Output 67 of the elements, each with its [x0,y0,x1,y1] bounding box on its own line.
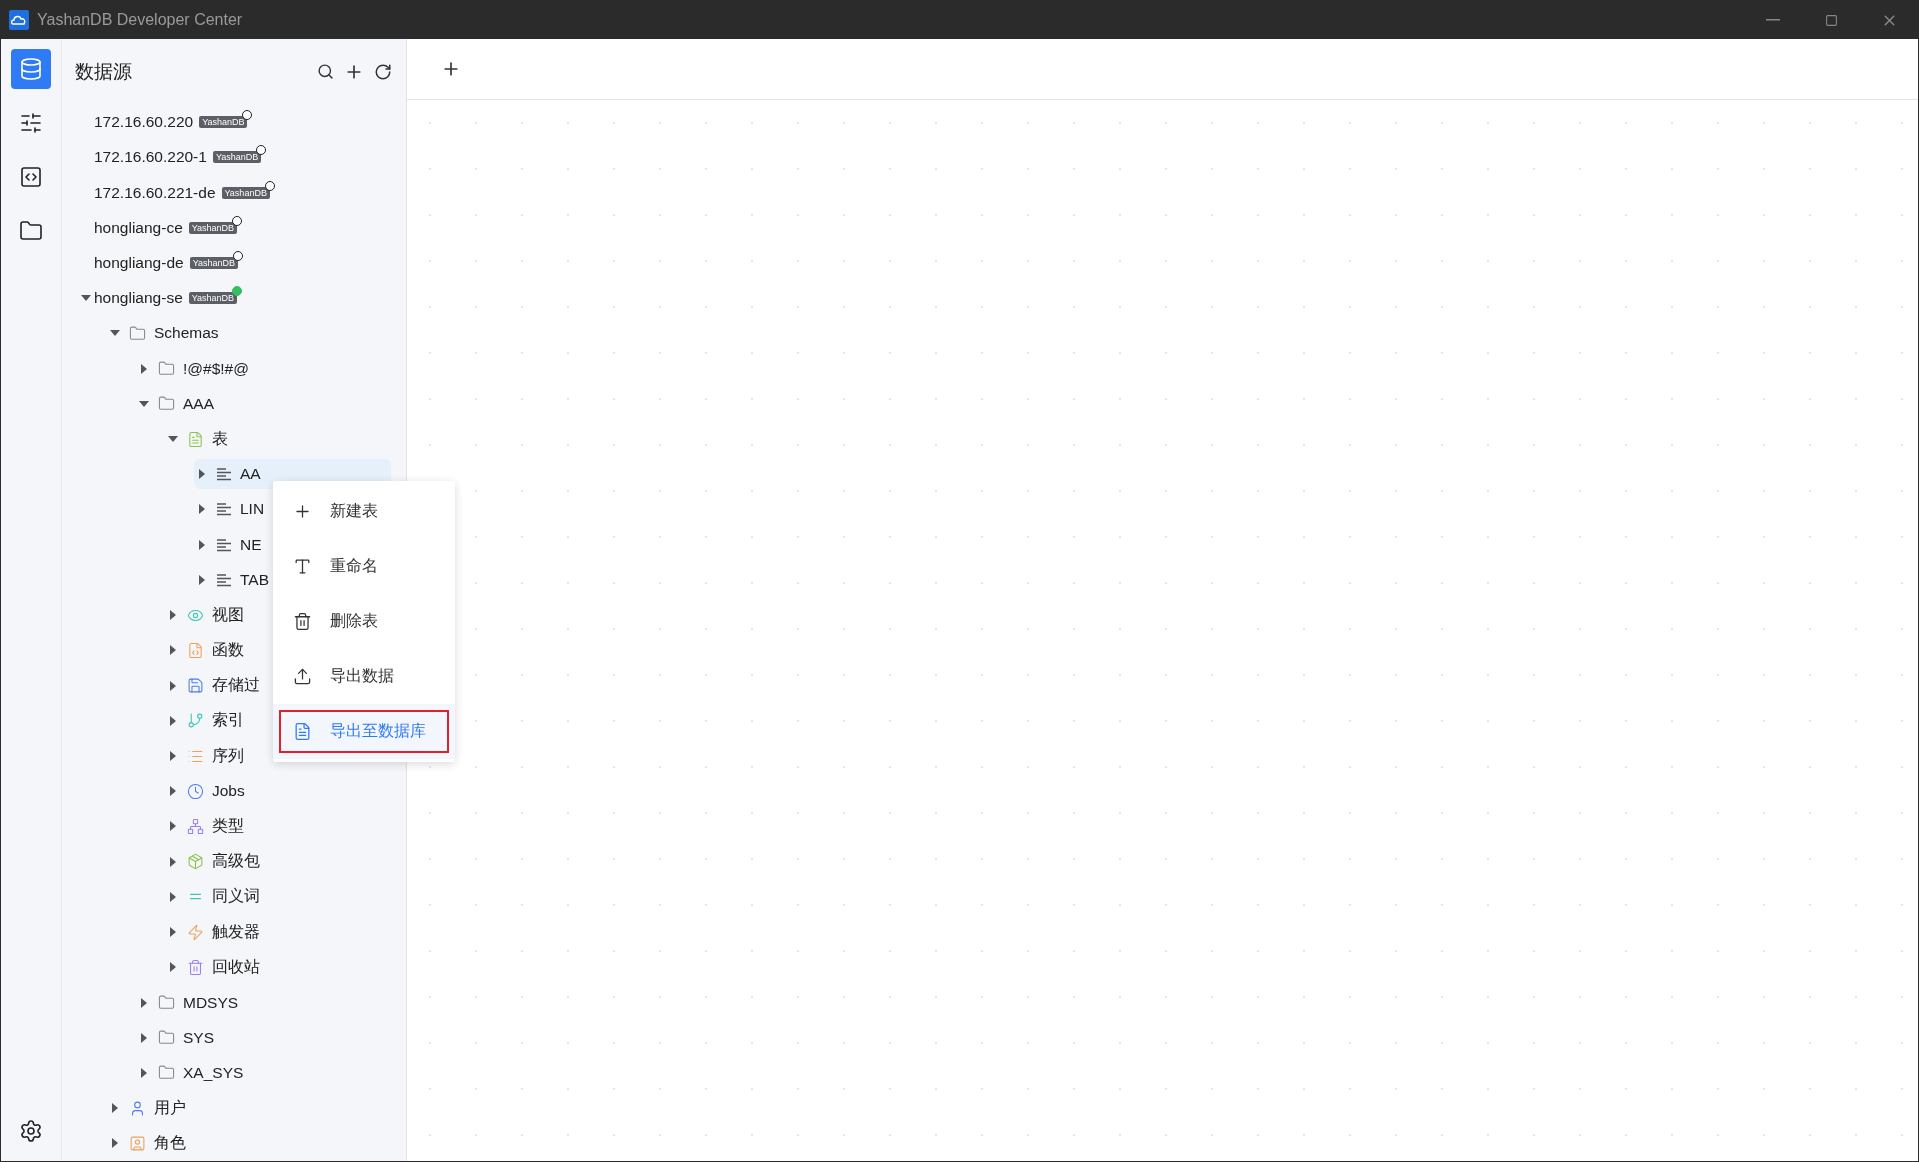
tree-item[interactable]: AA [240,465,261,484]
folder-icon [158,1029,175,1047]
menu-item[interactable]: 删除表 [273,594,455,649]
plus-icon [293,502,312,521]
tree-item[interactable]: 存储过 [212,675,260,697]
search-button[interactable] [317,63,334,81]
text-icon [293,557,312,576]
tree-item[interactable]: hongliang-ce [94,218,183,237]
menu-item[interactable]: 重命名 [273,539,455,594]
folder-icon [158,994,175,1012]
document-icon [293,722,312,741]
folder-icon [158,395,175,413]
trash-icon [293,612,312,631]
database-icon [19,57,43,81]
user-icon [129,1099,146,1117]
tree-item[interactable]: hongliang-de [94,253,184,272]
tree-item[interactable]: 172.16.60.220-1 [94,148,207,167]
refresh-icon [374,62,392,81]
table-icon [216,467,232,482]
tree-item[interactable]: 用户 [154,1097,186,1119]
tree-item[interactable]: 同义词 [212,886,260,908]
refresh-button[interactable] [374,62,392,81]
tree-item[interactable]: 角色 [154,1132,186,1154]
database-nav-button[interactable] [11,49,51,89]
tree-item[interactable]: !@#$!#@ [183,359,249,378]
tree-item[interactable]: Jobs [212,782,245,801]
tree-item[interactable]: 索引 [212,710,244,732]
minimize-icon [1766,19,1780,21]
folder-icon [129,324,146,342]
app-logo-icon [9,10,29,30]
folder-icon [158,360,175,378]
tree-item[interactable]: 172.16.60.221-de [94,183,216,202]
upload-icon [293,667,312,686]
tree-item[interactable]: LIN [240,500,265,519]
menu-item[interactable]: 导出至数据库 [273,704,455,759]
tree-item[interactable]: SYS [183,1028,214,1047]
search-icon [317,63,334,81]
tree-item[interactable]: 序列 [212,745,244,767]
maximize-icon [1824,13,1838,27]
tree-item[interactable]: 视图 [212,604,244,626]
tree-item[interactable]: NE [240,535,262,554]
code-icon [19,165,43,189]
tree-item[interactable]: AAA [183,394,214,413]
window-title: YashanDB Developer Center [37,11,244,29]
tree-item[interactable]: 表 [212,428,228,450]
sliders-icon [19,111,43,135]
tree-item[interactable]: 高级包 [212,851,260,873]
tree-item[interactable]: Schemas [154,324,219,343]
tree-item[interactable]: TAB [240,570,269,589]
package-icon [187,853,204,871]
tree-item[interactable]: MDSYS [183,993,239,1012]
tree-item[interactable]: 触发器 [212,921,260,943]
settings-icon [19,1119,43,1143]
tree-item[interactable]: 类型 [212,815,244,837]
tree-item[interactable]: 回收站 [212,956,260,978]
tree-item[interactable]: XA_SYS [183,1064,244,1082]
tree-item[interactable]: 172.16.60.220 [94,113,194,132]
menu-item[interactable]: 导出数据 [273,649,455,704]
tree-item[interactable]: 函数 [212,639,244,661]
sidebar-title: 数据源 [75,59,133,84]
folder-icon [158,1064,175,1082]
tree-item[interactable]: hongliang-se [94,289,183,308]
table-icon [216,502,232,517]
menu-item[interactable]: 新建表 [273,484,455,539]
table-icon [216,572,232,587]
table-icon [216,537,232,552]
folder-icon [19,219,43,243]
